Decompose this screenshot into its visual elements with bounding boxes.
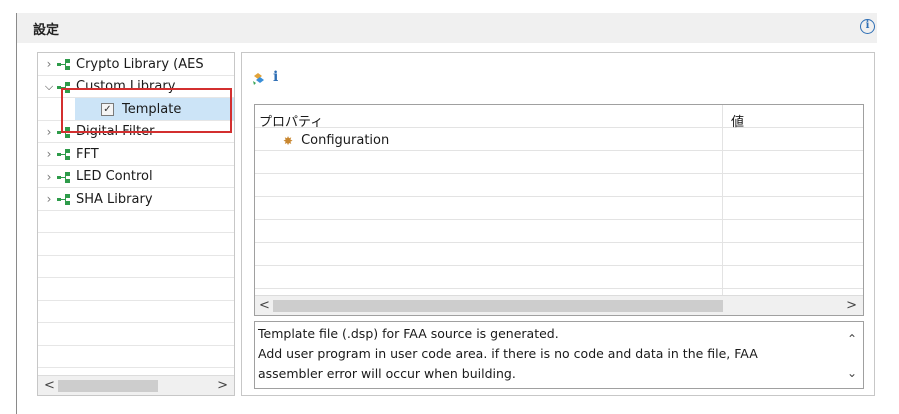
- description-box: Template file (.dsp) for FAA source is g…: [254, 321, 864, 389]
- tree-row-divider: [38, 256, 234, 278]
- library-icon: [57, 171, 73, 183]
- tree-item-fft[interactable]: › FFT: [42, 143, 99, 165]
- tree-item-sha-library[interactable]: › SHA Library: [42, 188, 153, 210]
- grid-horizontal-scrollbar[interactable]: < >: [255, 295, 863, 315]
- column-divider: [722, 105, 723, 295]
- properties-panel: i プロパティ 値 ✸ Configuration < > Template f…: [241, 52, 875, 396]
- tree-item-label: Crypto Library (AES: [76, 56, 204, 72]
- library-icon: [57, 193, 73, 205]
- chevron-right-icon[interactable]: ›: [42, 170, 56, 184]
- property-label: Configuration: [301, 133, 390, 148]
- chevron-right-icon[interactable]: ›: [42, 147, 56, 161]
- tree-item-label: SHA Library: [76, 191, 153, 207]
- scroll-left-icon[interactable]: <: [259, 298, 270, 313]
- description-line: Template file (.dsp) for FAA source is g…: [258, 326, 559, 341]
- scroll-down-icon[interactable]: ⌄: [847, 366, 857, 380]
- tree-row-divider: [38, 278, 234, 301]
- highlight-box: [61, 88, 232, 133]
- tree-item-led-control[interactable]: › LED Control: [42, 166, 153, 188]
- description-line: assembler error will occur when building…: [258, 366, 516, 381]
- column-header-value[interactable]: 値: [731, 111, 744, 130]
- table-row: [255, 197, 863, 220]
- tree-item-label: FFT: [76, 146, 99, 162]
- column-header-property[interactable]: プロパティ: [259, 111, 323, 130]
- table-row: [255, 151, 863, 174]
- library-icon: [57, 148, 73, 160]
- scroll-up-icon[interactable]: ⌃: [847, 332, 857, 346]
- chevron-down-icon[interactable]: ⌵: [42, 80, 56, 94]
- chevron-right-icon[interactable]: ›: [42, 57, 56, 71]
- scrollbar-thumb[interactable]: [58, 380, 158, 392]
- scrollbar-thumb[interactable]: [273, 300, 723, 312]
- tree-item-crypto-library[interactable]: › Crypto Library (AES: [42, 53, 204, 75]
- library-icon: [57, 58, 73, 70]
- scroll-left-icon[interactable]: <: [44, 378, 55, 393]
- tree-row-divider: [38, 323, 234, 346]
- description-line: Add user program in user code area. if t…: [258, 346, 758, 361]
- tree-horizontal-scrollbar[interactable]: < >: [38, 375, 234, 395]
- info-icon[interactable]: i: [860, 19, 875, 34]
- scroll-right-icon[interactable]: >: [217, 378, 228, 393]
- page-title: 設定: [33, 23, 60, 38]
- tree-row-divider: [38, 301, 234, 323]
- tree-item-label: LED Control: [76, 169, 153, 184]
- property-row-configuration[interactable]: ✸ Configuration: [283, 133, 389, 148]
- property-grid: プロパティ 値 ✸ Configuration < >: [254, 104, 864, 316]
- chevron-right-icon[interactable]: ›: [42, 125, 56, 139]
- table-row: [255, 266, 863, 289]
- settings-header: 設定 i: [17, 13, 877, 43]
- tree-row-divider: [38, 346, 234, 368]
- table-row: [255, 243, 863, 266]
- grid-header-row: [255, 105, 863, 128]
- gear-icon: ✸: [283, 133, 294, 148]
- table-row: [255, 174, 863, 197]
- tree-row-divider: [38, 233, 234, 256]
- table-row: [255, 220, 863, 243]
- tree-row-divider: [38, 211, 234, 233]
- info-icon[interactable]: i: [273, 69, 278, 85]
- generate-code-icon[interactable]: [252, 72, 266, 86]
- chevron-right-icon[interactable]: ›: [42, 192, 56, 206]
- scroll-right-icon[interactable]: >: [846, 298, 857, 313]
